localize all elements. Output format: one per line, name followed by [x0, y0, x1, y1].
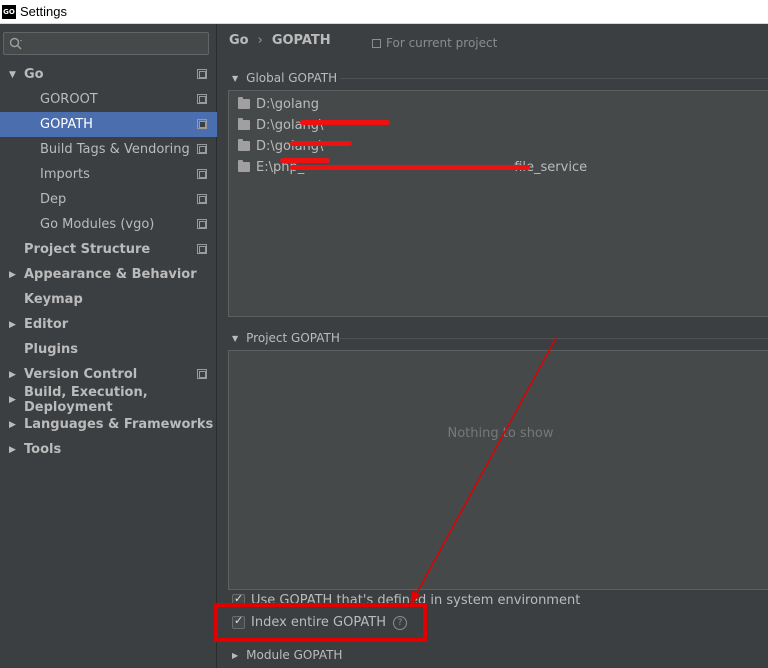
- chevron-down-icon: ▼: [232, 73, 239, 83]
- sidebar-item-build-tags[interactable]: Build Tags & Vendoring: [0, 137, 217, 162]
- folder-icon: [238, 118, 250, 130]
- sidebar-item-label: Build, Execution, Deployment: [24, 384, 148, 415]
- project-scope-icon: [197, 369, 207, 379]
- goland-app-icon: GO: [2, 4, 16, 19]
- project-scope-icon: [197, 169, 207, 179]
- chevron-right-icon: ▶: [9, 369, 16, 380]
- sidebar-item-version-control[interactable]: ▶ Version Control: [0, 362, 217, 387]
- global-gopath-header[interactable]: ▼ Global GOPATH: [232, 71, 337, 85]
- sidebar-item-label: Appearance & Behavior: [24, 267, 197, 282]
- sidebar-item-label: Imports: [40, 167, 90, 182]
- project-scope-icon: [197, 219, 207, 229]
- list-item[interactable]: D:\golang\: [238, 115, 323, 135]
- chevron-right-icon: ▶: [9, 394, 16, 405]
- sidebar-item-editor[interactable]: ▶ Editor: [0, 312, 217, 337]
- project-scope-icon: [197, 119, 207, 129]
- sidebar-item-project-structure[interactable]: Project Structure: [0, 237, 217, 262]
- scope-label: For current project: [386, 36, 498, 50]
- path-text: D:\golang: [256, 96, 320, 112]
- scope-indicator: For current project: [372, 36, 497, 50]
- chevron-right-icon: ▶: [232, 650, 239, 660]
- section-title: Project GOPATH: [246, 331, 340, 345]
- chevron-right-icon: ▶: [9, 419, 16, 430]
- folder-icon: [238, 97, 250, 109]
- project-scope-icon: [197, 144, 207, 154]
- breadcrumb-parent[interactable]: Go: [229, 33, 249, 48]
- sidebar-item-appearance[interactable]: ▶ Appearance & Behavior: [0, 262, 217, 287]
- sidebar-item-dep[interactable]: Dep: [0, 187, 217, 212]
- chevron-down-icon: ▼: [232, 333, 239, 343]
- sidebar-item-label: Version Control: [24, 367, 138, 382]
- project-gopath-header[interactable]: ▼ Project GOPATH: [232, 331, 340, 345]
- project-scope-icon: [197, 69, 207, 79]
- sidebar-item-label: Keymap: [24, 292, 83, 307]
- annotation-highlight-box: [214, 603, 427, 642]
- section-title: Global GOPATH: [246, 71, 338, 85]
- sidebar-item-label: Plugins: [24, 342, 78, 357]
- window-title: Settings: [20, 4, 67, 19]
- sidebar-item-label: Editor: [24, 317, 69, 332]
- empty-state-text: Nothing to show: [447, 426, 554, 441]
- sidebar-item-label: Languages & Frameworks: [24, 417, 214, 432]
- project-scope-icon: [372, 38, 381, 48]
- sidebar-item-keymap[interactable]: Keymap: [0, 287, 217, 312]
- folder-icon: [238, 160, 250, 172]
- list-item[interactable]: D:\golang\: [238, 136, 323, 156]
- redaction-mark: [300, 120, 390, 125]
- sidebar-item-label: Project Structure: [24, 242, 151, 257]
- sidebar-item-label: Build Tags & Vendoring: [40, 142, 190, 157]
- chevron-right-icon: ▶: [9, 319, 16, 330]
- chevron-right-icon: ▶: [9, 444, 16, 455]
- sidebar-item-label: GOPATH: [40, 117, 93, 132]
- sidebar-item-label: Tools: [24, 442, 62, 457]
- list-item[interactable]: D:\golang: [238, 94, 319, 114]
- settings-sidebar: ▼ Go GOROOT GOPATH Build Tags & Vendorin…: [0, 24, 217, 668]
- sidebar-item-build-execution[interactable]: ▶ Build, Execution, Deployment: [0, 384, 217, 415]
- sidebar-item-go-modules[interactable]: Go Modules (vgo): [0, 212, 217, 237]
- sidebar-item-tools[interactable]: ▶ Tools: [0, 437, 217, 462]
- section-title: Module GOPATH: [246, 648, 343, 662]
- chevron-down-icon: ▼: [9, 69, 16, 80]
- module-gopath-header[interactable]: ▶ Module GOPATH: [232, 648, 342, 662]
- redaction-mark: [290, 165, 530, 170]
- redaction-mark: [280, 158, 330, 163]
- sidebar-item-label: GOROOT: [40, 92, 98, 107]
- sidebar-item-label: Go: [24, 67, 44, 82]
- settings-search-input[interactable]: [3, 32, 209, 55]
- sidebar-item-label: Go Modules (vgo): [40, 217, 155, 232]
- project-scope-icon: [197, 244, 207, 254]
- window-titlebar: GO Settings: [0, 0, 768, 24]
- folder-icon: [238, 139, 250, 151]
- section-divider: [340, 338, 768, 339]
- breadcrumb: Go › GOPATH: [229, 33, 331, 48]
- sidebar-item-languages[interactable]: ▶ Languages & Frameworks: [0, 412, 217, 437]
- breadcrumb-separator: ›: [257, 33, 263, 48]
- section-divider: [340, 78, 768, 79]
- sidebar-item-go[interactable]: ▼ Go: [0, 62, 217, 87]
- redaction-mark: [290, 141, 352, 146]
- project-scope-icon: [197, 194, 207, 204]
- sidebar-item-plugins[interactable]: Plugins: [0, 337, 217, 362]
- search-icon: [9, 37, 22, 50]
- sidebar-item-goroot[interactable]: GOROOT: [0, 87, 217, 112]
- sidebar-item-label: Dep: [40, 192, 67, 207]
- project-gopath-list[interactable]: Nothing to show: [228, 350, 768, 590]
- breadcrumb-current: GOPATH: [271, 33, 331, 48]
- sidebar-item-imports[interactable]: Imports: [0, 162, 217, 187]
- sidebar-item-gopath[interactable]: GOPATH: [0, 112, 217, 137]
- chevron-right-icon: ▶: [9, 269, 16, 280]
- project-scope-icon: [197, 94, 207, 104]
